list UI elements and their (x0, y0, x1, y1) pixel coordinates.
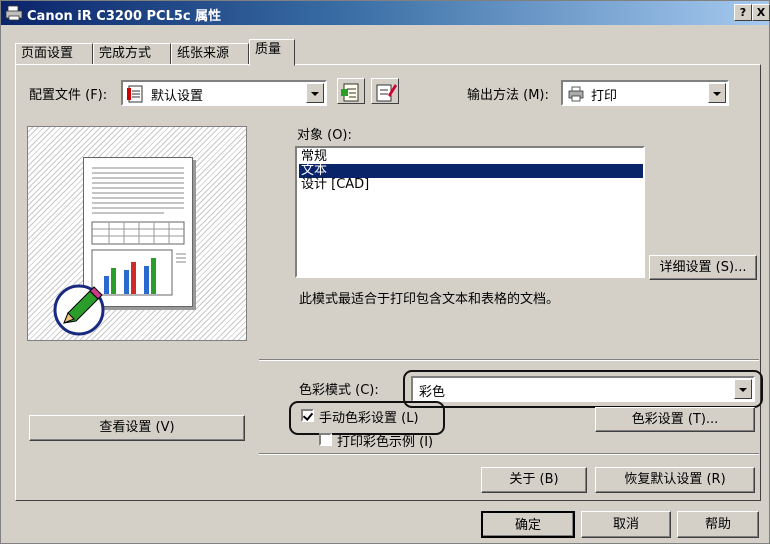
divider (259, 359, 759, 361)
details-button[interactable]: 详细设置 (S)... (649, 255, 757, 280)
title-bar: Canon iR C3200 PCL5c 属性 ? X (1, 1, 770, 25)
list-item-selected[interactable]: 文本 (299, 164, 643, 178)
properties-dialog: Canon iR C3200 PCL5c 属性 ? X 页面设置 完成方式 纸张… (0, 0, 770, 544)
add-profile-button[interactable] (337, 78, 365, 104)
print-sample-label: 打印彩色示例 (I) (337, 435, 434, 450)
objective-description: 此模式最适合于打印包含文本和表格的文档。 (299, 292, 560, 307)
print-preview (27, 126, 247, 341)
print-sample-checkbox[interactable] (319, 433, 332, 446)
printer-icon (5, 5, 23, 21)
ok-button[interactable]: 确定 (481, 511, 575, 538)
restore-defaults-button[interactable]: 恢复默认设置 (R) (595, 467, 755, 493)
list-item[interactable]: 设计 [CAD] (299, 178, 643, 192)
view-settings-button[interactable]: 查看设置 (V) (29, 415, 245, 441)
manual-color-highlight (289, 401, 445, 435)
help-button[interactable]: 帮助 (677, 511, 759, 538)
divider (259, 453, 759, 455)
tab-finishing[interactable]: 完成方式 (93, 43, 171, 65)
profile-label: 配置文件 (F): (29, 88, 108, 103)
profile-select[interactable]: 默认设置 (121, 80, 327, 106)
tab-paper-source[interactable]: 纸张来源 (171, 43, 249, 65)
profile-icon (127, 85, 143, 103)
help-title-button[interactable]: ? (734, 4, 752, 21)
print-icon (568, 86, 584, 102)
cancel-button[interactable]: 取消 (581, 511, 671, 538)
objective-label: 对象 (O): (297, 128, 352, 143)
output-method-value: 打印 (591, 89, 618, 104)
color-mode-label: 色彩模式 (C): (299, 383, 379, 398)
color-mode-highlight (403, 370, 763, 408)
output-method-label: 输出方法 (M): (467, 88, 549, 103)
quality-mode-icon (53, 284, 105, 336)
about-button[interactable]: 关于 (B) (481, 467, 587, 493)
tab-quality[interactable]: 质量 (249, 39, 295, 66)
objective-list[interactable]: 常规 文本 设计 [CAD] (295, 146, 645, 278)
chevron-down-icon[interactable] (306, 83, 324, 103)
profile-value: 默认设置 (151, 89, 204, 104)
edit-profile-button[interactable] (371, 78, 399, 104)
chevron-down-icon[interactable] (708, 83, 726, 103)
close-title-button[interactable]: X (752, 4, 770, 21)
output-method-select[interactable]: 打印 (561, 80, 729, 106)
edit-profile-icon (376, 84, 397, 102)
tab-page-setup[interactable]: 页面设置 (15, 43, 93, 65)
color-settings-button[interactable]: 色彩设置 (T)... (595, 407, 755, 432)
list-item[interactable]: 常规 (299, 150, 643, 164)
add-profile-icon (341, 83, 359, 102)
window-title: Canon iR C3200 PCL5c 属性 (27, 9, 222, 24)
